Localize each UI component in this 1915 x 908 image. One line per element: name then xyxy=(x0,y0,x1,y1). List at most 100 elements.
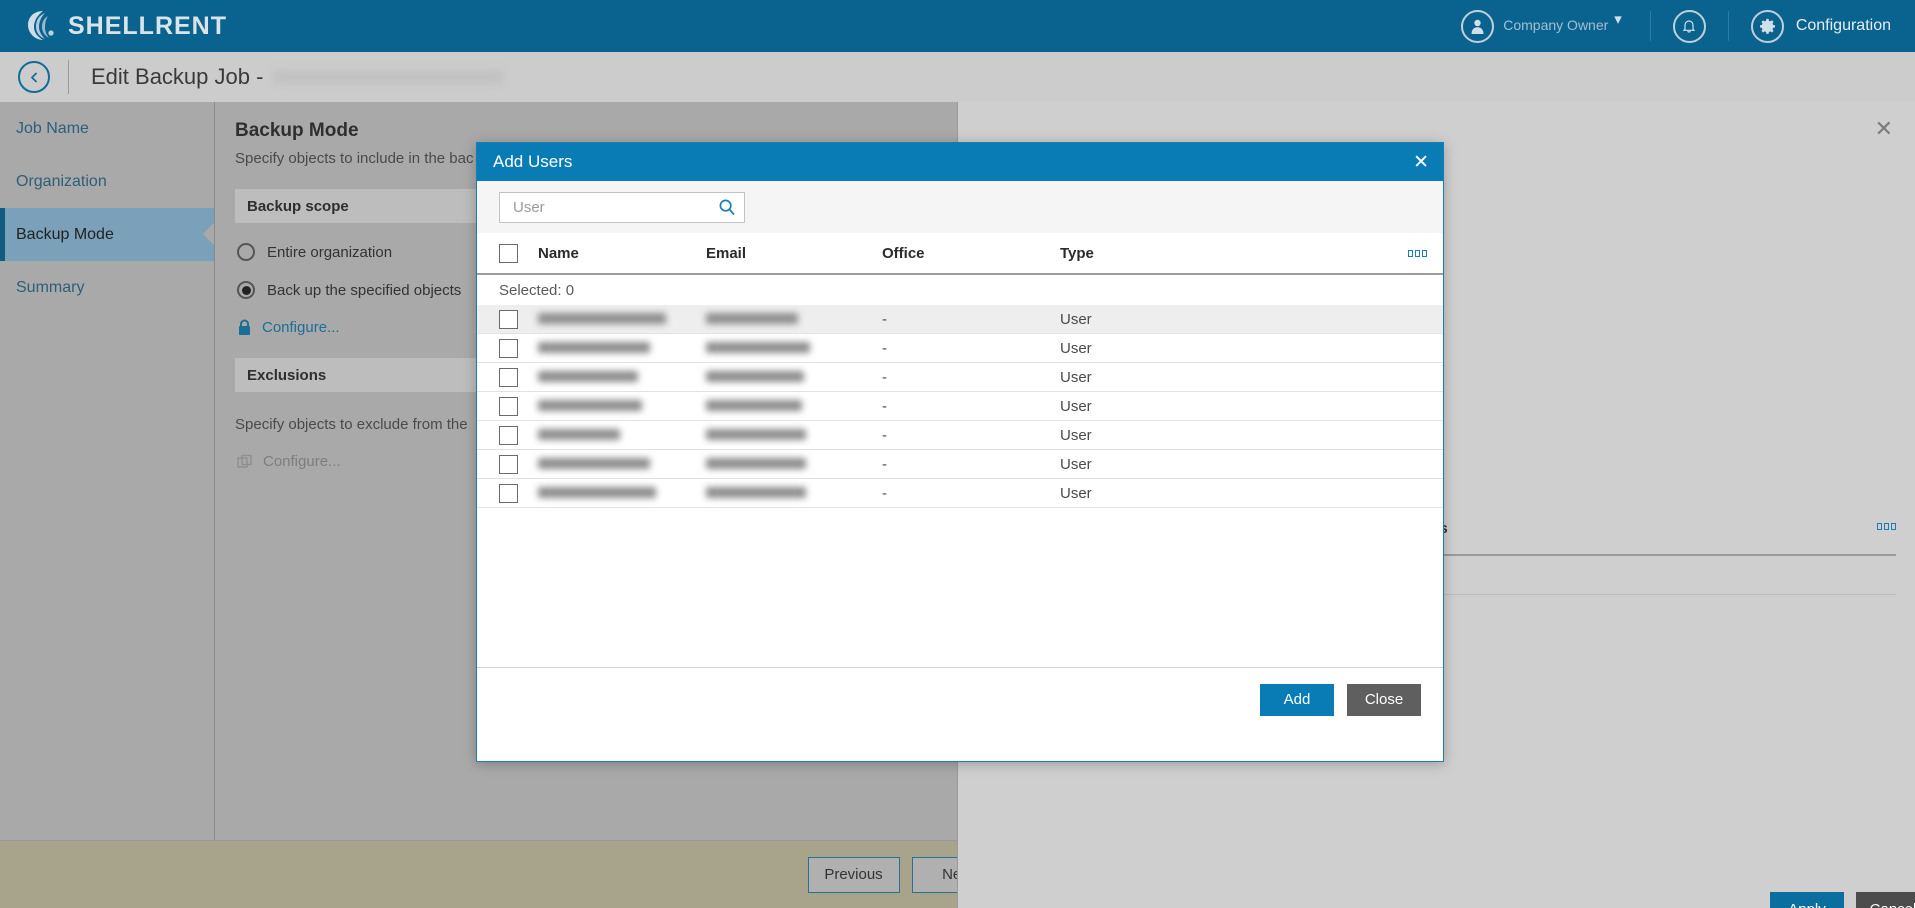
person-icon xyxy=(1461,9,1495,43)
redacted-email xyxy=(706,312,798,324)
redacted-name xyxy=(538,399,642,411)
cell-email xyxy=(706,456,882,473)
configure-link[interactable]: Configure... xyxy=(262,319,340,336)
radio-label: Back up the specified objects xyxy=(267,281,462,299)
app-root: SHELLRENT Company Owner ▾ Configuration … xyxy=(0,0,1915,908)
panel-actions: Apply Cancel xyxy=(1770,892,1915,908)
sidebar-item-summary[interactable]: Summary xyxy=(0,261,214,314)
search-box[interactable] xyxy=(499,191,745,223)
table-row[interactable]: - User xyxy=(477,421,1443,450)
row-checkbox[interactable] xyxy=(499,367,518,387)
select-all-checkbox[interactable] xyxy=(499,243,518,263)
cell-office: - xyxy=(882,310,887,328)
row-checkbox[interactable] xyxy=(499,454,518,474)
cancel-button[interactable]: Cancel xyxy=(1856,892,1915,908)
sidebar-item-label: Organization xyxy=(16,172,107,190)
table-row[interactable]: - User xyxy=(477,363,1443,392)
search-icon[interactable] xyxy=(718,198,736,216)
configuration-label[interactable]: Configuration xyxy=(1796,17,1891,35)
radio-button[interactable] xyxy=(237,243,255,261)
cell-office: - xyxy=(882,484,887,502)
cell-office: - xyxy=(882,368,887,386)
cell-type: User xyxy=(1060,368,1092,386)
row-checkbox[interactable] xyxy=(499,425,518,445)
column-email[interactable]: Email xyxy=(706,245,882,262)
brand-name: SHELLRENT xyxy=(68,11,227,40)
close-icon[interactable]: ✕ xyxy=(1875,116,1893,142)
bell-icon[interactable] xyxy=(1672,9,1706,43)
cell-name xyxy=(538,311,706,328)
dialog-title: Add Users xyxy=(493,152,573,171)
divider xyxy=(68,60,69,94)
redacted-name xyxy=(538,370,638,382)
wizard-navigation: Job Name Organization Backup Mode Summar… xyxy=(0,102,214,840)
row-checkbox[interactable] xyxy=(499,396,518,416)
top-bar-right-group: Company Owner ▾ Configuration xyxy=(1461,0,1915,52)
chevron-down-icon[interactable]: ▾ xyxy=(1614,10,1622,28)
column-type[interactable]: Type xyxy=(1060,245,1260,262)
cell-office: - xyxy=(882,397,887,415)
redacted-email xyxy=(706,370,804,382)
row-checkbox[interactable] xyxy=(499,338,518,358)
sidebar-item-organization[interactable]: Organization xyxy=(0,155,214,208)
sidebar-item-label: Summary xyxy=(16,278,85,296)
cell-email xyxy=(706,398,882,415)
cell-name xyxy=(538,456,706,473)
cell-type: User xyxy=(1060,310,1092,328)
brand[interactable]: SHELLRENT xyxy=(26,9,227,43)
row-checkbox[interactable] xyxy=(499,483,518,503)
user-identity: Company Owner xyxy=(1503,17,1608,35)
table-row[interactable]: - User xyxy=(477,450,1443,479)
table-row[interactable]: - User xyxy=(477,334,1443,363)
table-header-row: Name Email Office Type xyxy=(477,233,1443,275)
cell-type: User xyxy=(1060,339,1092,357)
column-settings-icon[interactable] xyxy=(1877,523,1896,530)
table-row[interactable]: - User xyxy=(477,392,1443,421)
dialog-search-bar xyxy=(477,181,1443,233)
cell-type: User xyxy=(1060,397,1092,415)
cell-email xyxy=(706,427,882,444)
sidebar-item-label: Backup Mode xyxy=(16,225,114,243)
close-icon[interactable]: ✕ xyxy=(1413,151,1429,174)
table-row[interactable]: - User xyxy=(477,305,1443,334)
redacted-email xyxy=(706,486,806,498)
sidebar-item-label: Job Name xyxy=(16,119,89,137)
radio-label: Entire organization xyxy=(267,243,393,261)
column-settings-icon[interactable] xyxy=(1408,249,1427,257)
column-office[interactable]: Office xyxy=(882,245,1060,262)
cell-name xyxy=(538,340,706,357)
top-navigation-bar: SHELLRENT Company Owner ▾ Configuration xyxy=(0,0,1915,52)
gear-icon[interactable] xyxy=(1750,9,1784,43)
row-checkbox[interactable] xyxy=(499,309,518,329)
apply-button[interactable]: Apply xyxy=(1770,892,1844,908)
cell-email xyxy=(706,311,882,328)
cell-name xyxy=(538,369,706,386)
add-button[interactable]: Add xyxy=(1260,683,1334,716)
user-rows-container: - User - User - User - User - User - User - User xyxy=(477,305,1443,508)
redacted-email xyxy=(706,341,810,353)
previous-button[interactable]: Previous xyxy=(807,856,900,893)
cell-name xyxy=(538,485,706,502)
sidebar-item-job-name[interactable]: Job Name xyxy=(0,102,214,155)
user-menu[interactable]: Company Owner ▾ xyxy=(1461,9,1628,43)
column-name[interactable]: Name xyxy=(538,245,706,262)
table-row[interactable]: - User xyxy=(477,479,1443,508)
cell-type: User xyxy=(1060,426,1092,444)
cell-name xyxy=(538,398,706,415)
cell-email xyxy=(706,369,882,386)
divider xyxy=(1727,11,1729,41)
cell-email xyxy=(706,485,882,502)
selected-count: Selected: 0 xyxy=(499,281,575,299)
radio-button-selected[interactable] xyxy=(237,281,255,299)
sidebar-item-backup-mode[interactable]: Backup Mode xyxy=(0,208,214,261)
squares-icon xyxy=(237,454,253,470)
close-button[interactable]: Close xyxy=(1347,683,1421,716)
back-arrow-icon[interactable] xyxy=(18,61,50,93)
redacted-name xyxy=(538,312,666,324)
cell-office: - xyxy=(882,426,887,444)
redacted-email xyxy=(706,399,802,411)
redacted-name xyxy=(538,341,650,353)
cell-office: - xyxy=(882,339,887,357)
cell-type: User xyxy=(1060,484,1092,502)
search-input[interactable] xyxy=(511,197,718,217)
